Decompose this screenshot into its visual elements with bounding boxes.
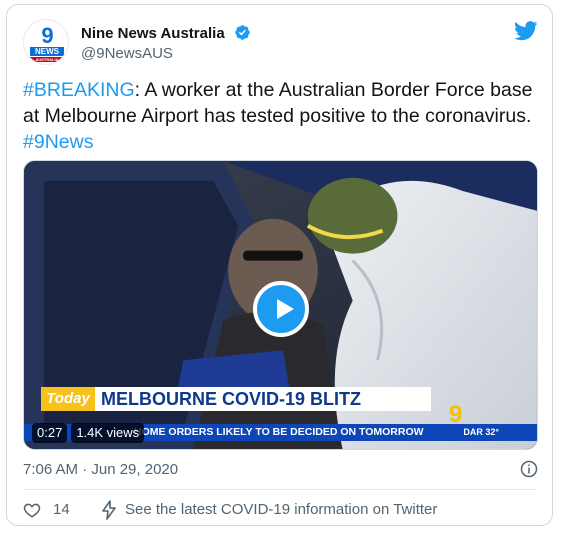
video-player[interactable]: Today MELBOURNE COVID-19 BLITZ 9 HOME OR… — [23, 160, 538, 450]
like-count[interactable]: 14 — [53, 501, 70, 518]
tweet-text: #BREAKING: A worker at the Australian Bo… — [23, 77, 533, 155]
twitter-bird-icon[interactable] — [514, 21, 538, 41]
author-name[interactable]: Nine News Australia — [81, 25, 225, 42]
author-handle[interactable]: @9NewsAUS — [81, 45, 173, 62]
tweet-timestamp[interactable]: 7:06 AM · Jun 29, 2020 — [23, 461, 178, 478]
covid-info-link[interactable]: See the latest COVID-19 information on T… — [125, 501, 437, 518]
verified-badge-icon — [235, 25, 250, 40]
tweet-actions: 14 See the latest COVID-19 information o… — [23, 499, 538, 521]
heart-icon[interactable] — [23, 501, 41, 519]
divider — [23, 489, 536, 490]
hashtag-breaking-link[interactable]: #BREAKING — [23, 79, 135, 101]
ticker-text: HOME ORDERS LIKELY TO BE DECIDED ON TOMO… — [134, 426, 424, 438]
hashtag-9news-link[interactable]: #9News — [23, 131, 93, 153]
play-icon — [277, 299, 294, 319]
avatar-logo-nine: 9 — [41, 23, 53, 48]
info-icon[interactable] — [520, 460, 538, 478]
video-duration: 0:27 — [32, 423, 68, 443]
tweet-header: 9 NEWS AUSTRALIA Nine News Australia @9N… — [23, 15, 538, 67]
avatar-logo-news: NEWS — [30, 47, 64, 56]
video-meta: 0:27 1.4K views — [32, 423, 145, 443]
video-views: 1.4K views — [71, 423, 145, 443]
tweet-card[interactable]: 9 NEWS AUSTRALIA Nine News Australia @9N… — [6, 4, 553, 526]
avatar[interactable]: 9 NEWS AUSTRALIA — [23, 19, 69, 65]
show-tag: Today — [41, 387, 95, 411]
news-headline: MELBOURNE COVID-19 BLITZ — [95, 387, 431, 411]
lightning-icon — [102, 500, 116, 520]
avatar-logo-australia: AUSTRALIA — [30, 57, 64, 62]
play-button[interactable] — [253, 281, 309, 337]
ticker-weather: DAR 32° — [463, 427, 499, 437]
